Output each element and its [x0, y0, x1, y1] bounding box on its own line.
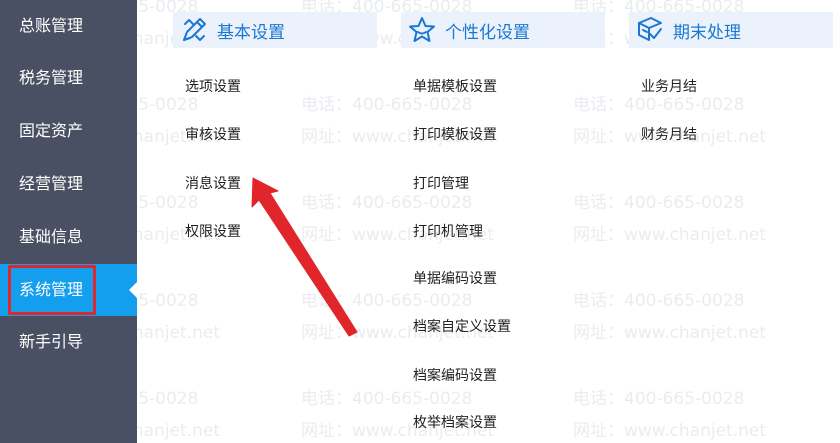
column-title: 基本设置: [217, 22, 285, 43]
watermark-text: 电话：400-665-0028: [573, 95, 744, 115]
link-business-month-end[interactable]: 业务月结: [641, 76, 697, 96]
sidebar-item-label: 新手引导: [19, 332, 84, 351]
sidebar-item-beginner-guide[interactable]: 新手引导: [0, 316, 137, 368]
watermark-text: 网址：www.chanjet.net: [573, 323, 766, 343]
watermark-text: 网址：www.chanjet.net: [137, 421, 220, 441]
highlight-box: [8, 265, 96, 315]
link-financial-month-end[interactable]: 财务月结: [641, 124, 697, 144]
link-review-settings[interactable]: 审核设置: [185, 124, 241, 144]
column-title: 个性化设置: [445, 22, 530, 43]
watermark-text: 电话：400-665-0028: [573, 389, 744, 409]
pencil-ruler-icon: [183, 18, 206, 41]
watermark-text: 网址：www.chanjet.net: [573, 421, 766, 441]
sidebar-item-tax[interactable]: 税务管理: [0, 52, 137, 104]
link-archive-code-settings[interactable]: 档案编码设置: [413, 365, 497, 385]
link-enum-archive-settings[interactable]: 枚举档案设置: [413, 412, 497, 432]
watermark-text: 网址：www.chanjet.net: [137, 323, 220, 343]
watermark-text: 电话：400-665-0028: [137, 95, 198, 115]
sidebar-item-operations[interactable]: 经营管理: [0, 158, 137, 210]
sidebar-item-basic-info[interactable]: 基础信息: [0, 211, 137, 263]
watermark-text: 电话：400-665-0028: [301, 95, 472, 115]
link-message-settings[interactable]: 消息设置: [185, 173, 241, 193]
sidebar-item-label: 固定资产: [19, 121, 84, 140]
watermark-text: 电话：400-665-0028: [137, 291, 198, 311]
watermark-text: 网址：www.chanjet.net: [573, 225, 766, 245]
sidebar-item-label: 基础信息: [19, 227, 84, 246]
link-voucher-code-settings[interactable]: 单据编码设置: [413, 268, 497, 288]
sidebar-item-general-ledger[interactable]: 总账管理: [0, 0, 137, 52]
watermark-text: 电话：400-665-0028: [301, 389, 472, 409]
column-title: 期末处理: [673, 22, 741, 43]
sidebar-item-label: 总账管理: [19, 16, 84, 35]
watermark-text: 电话：400-665-0028: [137, 389, 198, 409]
sidebar-item-label: 税务管理: [19, 68, 84, 87]
watermark-text: 电话：400-665-0028: [573, 193, 744, 213]
link-archive-custom-settings[interactable]: 档案自定义设置: [413, 316, 511, 336]
active-indicator-notch: [129, 282, 137, 298]
sidebar: 总账管理 税务管理 固定资产 经营管理 基础信息 系统管理 新手引导: [0, 0, 137, 443]
star-icon: [409, 17, 435, 42]
link-voucher-template-settings[interactable]: 单据模板设置: [413, 76, 497, 96]
main-content: 电话：400-665-0028 网址：www.chanjet.net 电话：400-…: [137, 0, 840, 443]
column-header-personalization: 个性化设置: [401, 12, 605, 48]
document-check-icon: [638, 17, 662, 41]
sidebar-item-label: 经营管理: [19, 174, 84, 193]
column-header-period-end: 期末处理: [629, 12, 833, 48]
sidebar-item-fixed-assets[interactable]: 固定资产: [0, 105, 137, 157]
link-print-template-settings[interactable]: 打印模板设置: [413, 124, 497, 144]
link-option-settings[interactable]: 选项设置: [185, 76, 241, 96]
column-header-basic-settings: 基本设置: [173, 12, 377, 48]
link-print-management[interactable]: 打印管理: [413, 173, 469, 193]
watermark-text: 电话：400-665-0028: [137, 193, 198, 213]
sidebar-item-system-management[interactable]: 系统管理: [0, 264, 137, 316]
watermark-text: 电话：400-665-0028: [573, 291, 744, 311]
watermark-text: 电话：400-665-0028: [301, 193, 472, 213]
link-permission-settings[interactable]: 权限设置: [185, 221, 241, 241]
link-printer-management[interactable]: 打印机管理: [413, 221, 483, 241]
watermark-text: 电话：400-665-0028: [301, 291, 472, 311]
